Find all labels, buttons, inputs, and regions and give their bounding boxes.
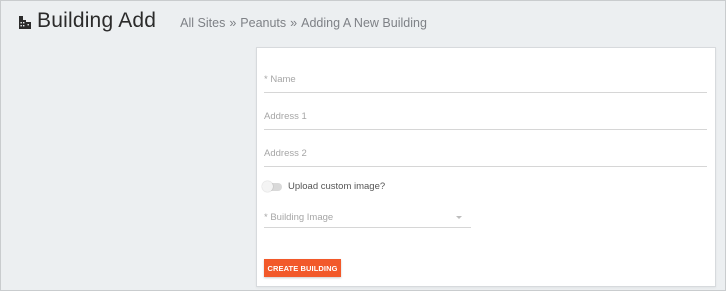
toggle-knob: [262, 180, 273, 192]
breadcrumb-all-sites[interactable]: All Sites: [180, 16, 225, 30]
breadcrumb-current: Adding A New Building: [301, 16, 427, 30]
name-field: [264, 68, 707, 93]
breadcrumb-separator: »: [290, 16, 298, 30]
building-icon: [19, 15, 31, 29]
create-building-button[interactable]: CREATE BUILDING: [264, 259, 341, 277]
breadcrumb: All Sites » Peanuts » Adding A New Build…: [180, 16, 427, 30]
address2-input[interactable]: [264, 142, 707, 164]
address1-field: [264, 105, 707, 130]
address1-input[interactable]: [264, 105, 707, 127]
upload-custom-image-toggle[interactable]: [262, 180, 282, 192]
page-header: Building Add All Sites » Peanuts » Addin…: [1, 1, 725, 41]
building-image-placeholder: * Building Image: [264, 212, 334, 223]
building-image-select[interactable]: * Building Image: [264, 208, 471, 228]
breadcrumb-separator: »: [229, 16, 237, 30]
building-form-card: Upload custom image? * Building Image CR…: [256, 47, 716, 287]
upload-custom-image-label: Upload custom image?: [288, 181, 386, 192]
caret-down-icon: [456, 216, 462, 219]
page-title: Building Add: [37, 9, 157, 32]
breadcrumb-site[interactable]: Peanuts: [240, 16, 286, 30]
upload-custom-image-row: Upload custom image?: [262, 180, 386, 192]
address2-field: [264, 142, 707, 167]
name-input[interactable]: [264, 68, 707, 90]
